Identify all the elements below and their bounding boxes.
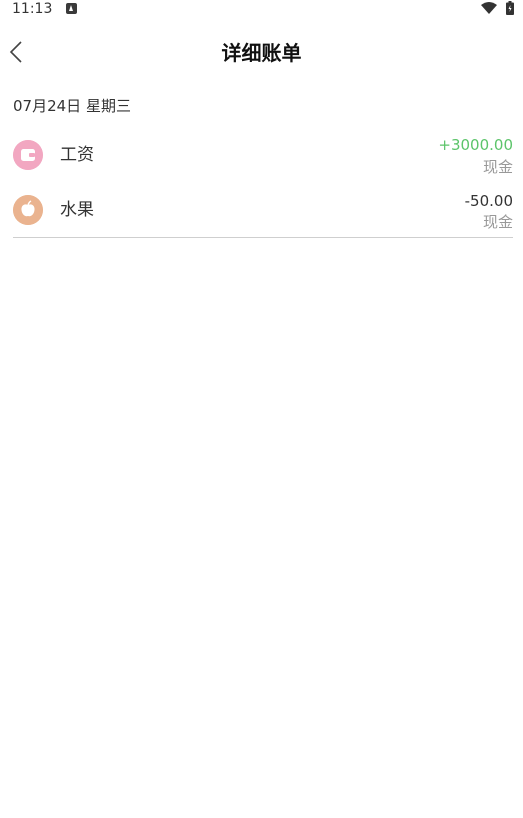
amount: +3000.00 <box>438 136 513 154</box>
notification-icon <box>66 3 77 14</box>
battery-icon <box>506 1 514 15</box>
apple-icon <box>13 195 43 225</box>
wifi-icon <box>481 2 497 14</box>
category-name: 工资 <box>60 145 94 165</box>
transaction-row-salary[interactable]: 工资 +3000.00 现金 <box>0 128 523 183</box>
status-time: 11:13 <box>12 1 53 17</box>
account-type: 现金 <box>482 213 513 231</box>
list-divider <box>13 237 513 238</box>
account-type: 现金 <box>482 158 513 176</box>
amount: -50.00 <box>464 192 513 210</box>
transaction-row-fruit[interactable]: 水果 -50.00 现金 <box>0 183 523 238</box>
category-name: 水果 <box>60 200 94 220</box>
date-group-header: 07月24日 星期三 <box>13 97 131 115</box>
status-bar: 11:13 <box>0 0 523 20</box>
page-title: 详细账单 <box>221 41 302 65</box>
transaction-list: 工资 +3000.00 现金 水果 -50.00 现金 <box>0 128 523 238</box>
app-header: 详细账单 <box>0 30 523 76</box>
wallet-icon <box>13 140 43 170</box>
